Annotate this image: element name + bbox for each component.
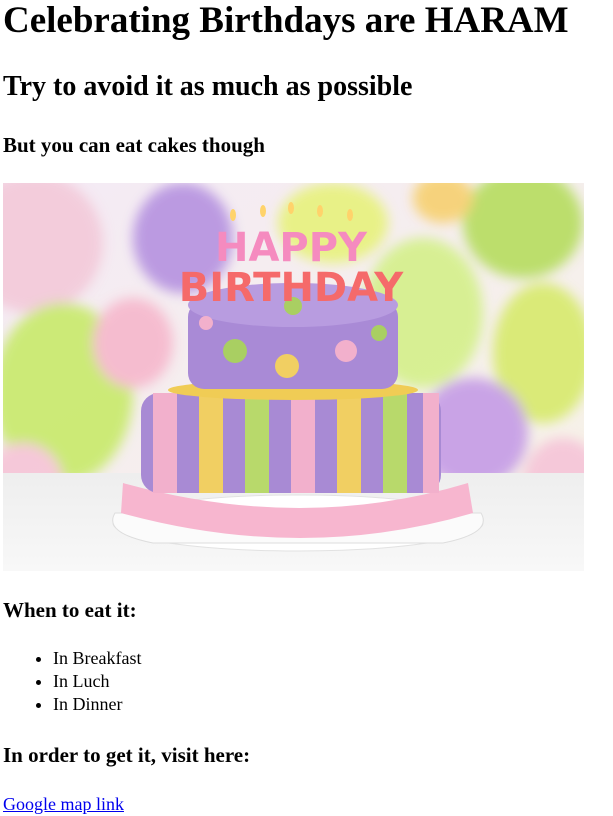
subtitle: Try to avoid it as much as possible: [3, 71, 413, 102]
visit-heading: In order to get it, visit here:: [3, 743, 251, 767]
cake-note: But you can eat cakes though: [3, 133, 265, 157]
google-map-link[interactable]: Google map link: [3, 794, 124, 814]
list-item: In Luch: [53, 670, 610, 693]
page-title: Celebrating Birthdays are HARAM: [3, 0, 569, 41]
birthday-cake-image: HAPPY BIRTHDAY: [3, 183, 584, 571]
when-to-eat-heading: When to eat it:: [3, 598, 137, 622]
page-content: Celebrating Birthdays are HARAM Try to a…: [0, 0, 613, 816]
link-container: Google map link: [3, 793, 610, 816]
cake-text-birthday: BIRTHDAY: [179, 265, 404, 311]
meal-list: In Breakfast In Luch In Dinner: [3, 647, 610, 716]
list-item: In Dinner: [53, 693, 610, 716]
list-item: In Breakfast: [53, 647, 610, 670]
